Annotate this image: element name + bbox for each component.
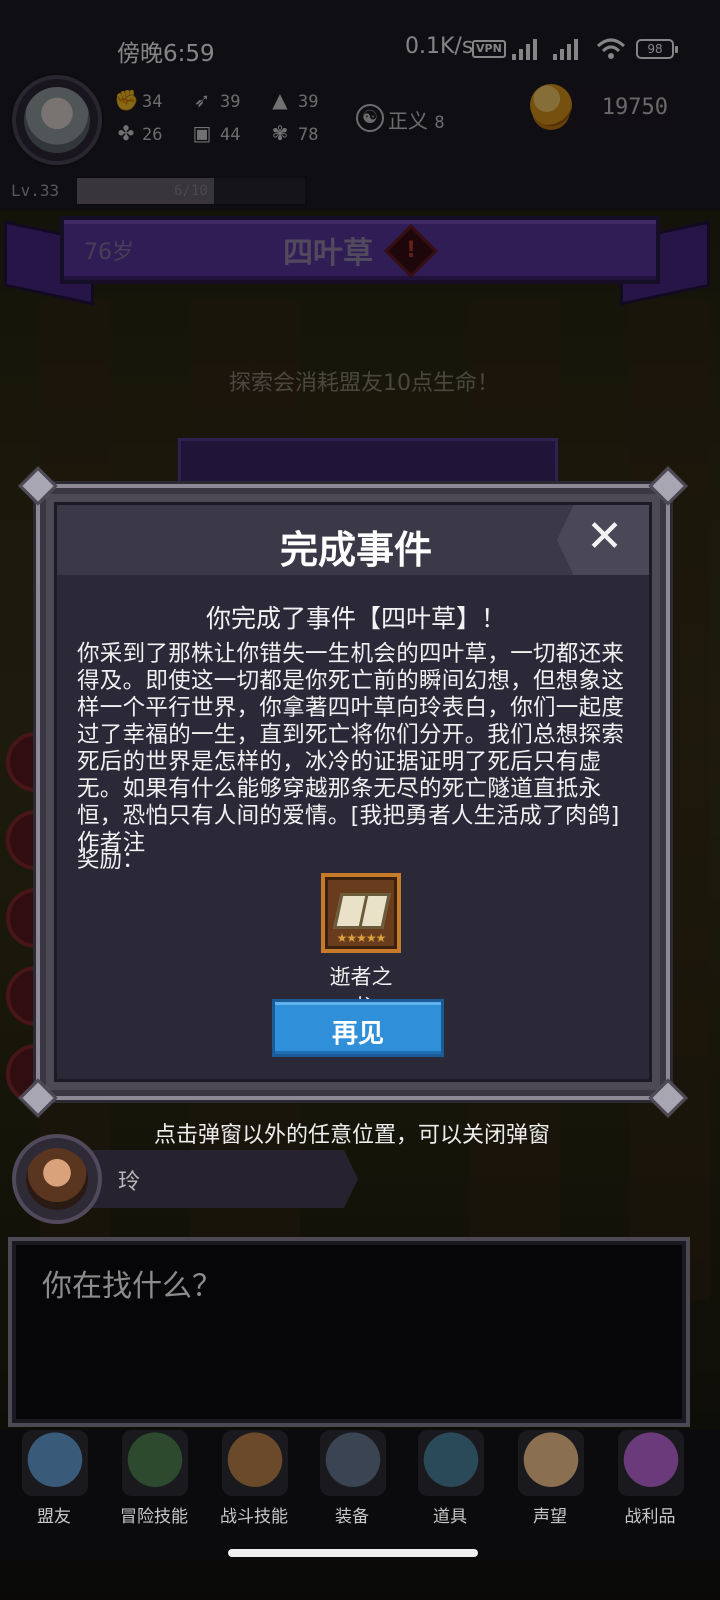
nav-label: 盟友: [37, 1507, 71, 1527]
dialogue-text: 你在找什么？: [42, 1269, 222, 1304]
nav-label: 道具: [433, 1507, 467, 1527]
bottom-navigation: 盟友 冒险技能 战斗技能 装备 道具 声望 战利品: [0, 1430, 720, 1560]
nav-loot[interactable]: 战利品: [600, 1430, 700, 1550]
nav-adventure-skills[interactable]: 冒险技能: [104, 1430, 204, 1550]
completion-message: 你完成了事件【四叶草】！: [205, 604, 506, 633]
companion-name: 玲: [118, 1170, 141, 1195]
event-story-text: 你采到了那株让你错失一生机会的四叶草，一切都还来得及。即使这一切都是你死亡前的瞬…: [77, 641, 625, 856]
close-hint: 点击弹窗以外的任意位置，可以关闭弹窗: [153, 1123, 550, 1148]
companion-avatar[interactable]: [12, 1134, 102, 1224]
handshake-icon: [22, 1430, 88, 1496]
nav-label: 战斗技能: [220, 1507, 288, 1527]
event-complete-dialog: 完成事件 ✕ 你完成了事件【四叶草】！ 你采到了那株让你错失一生机会的四叶草，一…: [18, 466, 688, 1118]
treasure-chest-icon: [618, 1430, 684, 1496]
nav-label: 战利品: [624, 1507, 676, 1527]
companion-portrait: [26, 1148, 88, 1210]
skill-book-icon: [122, 1430, 188, 1496]
dialog-header: 完成事件 ✕: [57, 505, 649, 575]
dialogue-box[interactable]: 你在找什么？: [8, 1237, 690, 1427]
nav-label: 冒险技能: [120, 1507, 188, 1527]
home-indicator[interactable]: [228, 1549, 478, 1557]
goodbye-button-label: 再见: [331, 1019, 384, 1049]
backpack-icon: [222, 1430, 288, 1496]
scroll-icon: [518, 1430, 584, 1496]
book-icon: [333, 893, 391, 929]
reward-item-slot[interactable]: ★★★★★: [321, 873, 401, 953]
goodbye-button[interactable]: 再见: [272, 999, 444, 1057]
close-icon: ✕: [586, 511, 623, 562]
dialog-content: 完成事件 ✕ 你完成了事件【四叶草】！ 你采到了那株让你错失一生机会的四叶草，一…: [54, 502, 652, 1082]
nav-label: 装备: [335, 1507, 369, 1527]
nav-label: 声望: [533, 1507, 567, 1527]
pouch-icon: [418, 1430, 484, 1496]
nav-reputation[interactable]: 声望: [500, 1430, 600, 1550]
close-button[interactable]: ✕: [557, 505, 649, 575]
nav-combat-skills[interactable]: 战斗技能: [204, 1430, 304, 1550]
nav-allies[interactable]: 盟友: [4, 1430, 104, 1550]
nav-equipment[interactable]: 装备: [302, 1430, 402, 1550]
reward-label: 奖励：: [77, 847, 145, 873]
rarity-stars: ★★★★★: [336, 931, 387, 945]
nav-items[interactable]: 道具: [400, 1430, 500, 1550]
swords-icon: [320, 1430, 386, 1496]
